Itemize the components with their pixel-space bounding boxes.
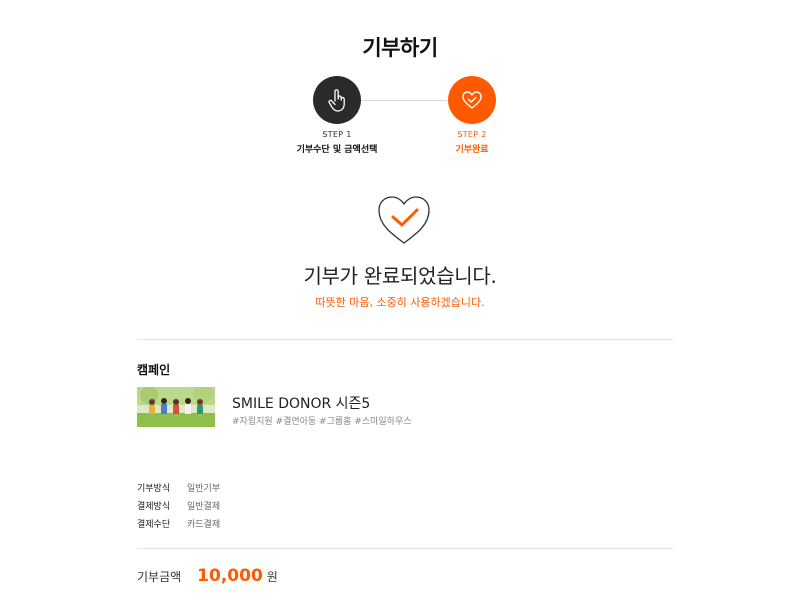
detail-row: 결제수단 카드결제 bbox=[137, 517, 220, 535]
step-1-number: STEP 1 bbox=[322, 130, 352, 139]
page-title: 기부하기 bbox=[362, 36, 438, 60]
campaign-thumbnail[interactable] bbox=[137, 387, 215, 427]
detail-key: 결제수단 bbox=[137, 520, 171, 530]
step-indicator: STEP 1 기부수단 및 금액선택 STEP 2 기부완료 bbox=[0, 76, 800, 166]
step-1-label: 기부수단 및 금액선택 bbox=[296, 145, 378, 155]
completion-message: 기부가 완료되었습니다. bbox=[303, 264, 497, 288]
detail-row: 기부방식 일반기부 bbox=[137, 481, 220, 499]
detail-value: 카드결제 bbox=[187, 520, 221, 530]
step-2: STEP 2 기부완료 bbox=[402, 76, 542, 155]
step-1: STEP 1 기부수단 및 금액선택 bbox=[267, 76, 407, 155]
campaign-heading: 캠페인 bbox=[137, 363, 171, 377]
total-unit: 원 bbox=[266, 570, 278, 584]
heart-check-icon bbox=[462, 91, 482, 109]
total-amount: 10,000 bbox=[197, 566, 263, 586]
detail-row: 결제방식 일반결제 bbox=[137, 499, 220, 517]
donation-total: 기부금액 10,000 원 bbox=[137, 566, 278, 586]
hand-pointer-icon bbox=[328, 89, 345, 112]
heart-check-icon bbox=[378, 196, 430, 244]
step-2-label: 기부완료 bbox=[455, 145, 489, 155]
step-2-number: STEP 2 bbox=[457, 130, 487, 139]
step-1-circle bbox=[313, 76, 361, 124]
divider bbox=[137, 339, 673, 340]
detail-value: 일반기부 bbox=[187, 484, 221, 494]
step-2-circle bbox=[448, 76, 496, 124]
donation-details: 기부방식 일반기부 결제방식 일반결제 결제수단 카드결제 bbox=[137, 481, 220, 535]
campaign-tags: #자립지원 #결연아동 #그룹홈 #스마일하우스 bbox=[232, 417, 412, 427]
campaign-name[interactable]: SMILE DONOR 시즌5 bbox=[232, 393, 370, 413]
campaign-image bbox=[137, 387, 215, 427]
detail-key: 결제방식 bbox=[137, 502, 171, 512]
divider bbox=[137, 548, 673, 549]
completion-sub-message: 따뜻한 마음, 소중히 사용하겠습니다. bbox=[315, 296, 485, 309]
detail-key: 기부방식 bbox=[137, 484, 171, 494]
total-label: 기부금액 bbox=[137, 570, 182, 584]
detail-value: 일반결제 bbox=[187, 502, 221, 512]
